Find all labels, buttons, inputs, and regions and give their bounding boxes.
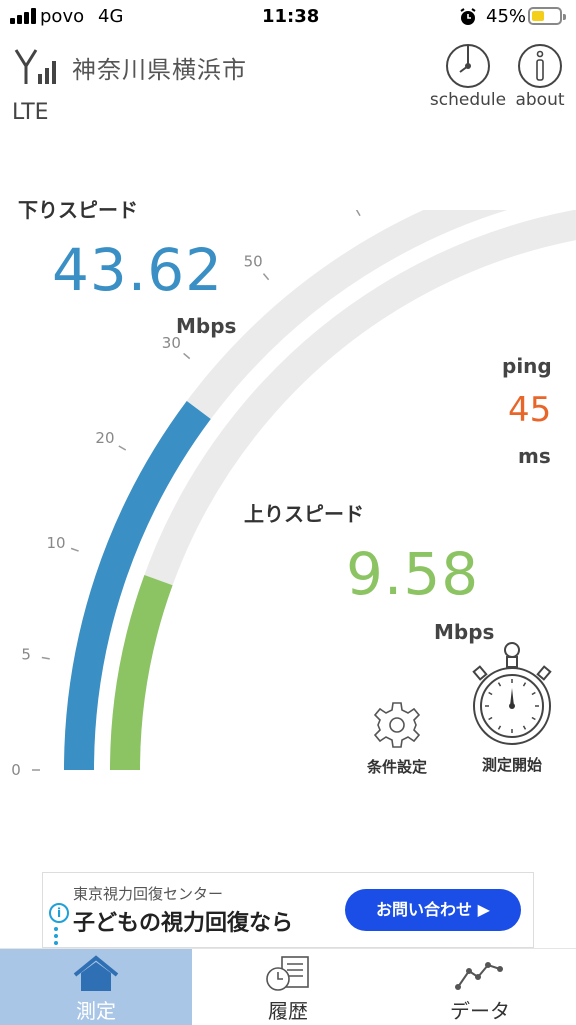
gauge-tick-label: 20 [95, 429, 114, 447]
about-button[interactable]: about [512, 42, 568, 110]
gauge-tick-label: 10 [46, 534, 65, 552]
home-icon [73, 955, 119, 991]
status-bar: povo 4G 11:38 45% [0, 0, 576, 34]
battery-icon [528, 7, 566, 25]
upload-speed-arc [110, 575, 173, 771]
gauge-tick [118, 445, 127, 451]
ad-contact-button[interactable]: お問い合わせ ▶ [345, 889, 521, 931]
gauge-tick [262, 273, 270, 281]
signal-bars-icon [10, 8, 38, 24]
ad-menu-icon[interactable] [54, 927, 58, 948]
location-label: 神奈川県横浜市 [72, 56, 247, 84]
tab-bar: 測定 履歴 データ [0, 948, 576, 1025]
info-icon [518, 44, 562, 88]
tab-data-label: データ [450, 999, 510, 1023]
gear-icon [373, 702, 421, 748]
ping-value: 45 [508, 390, 552, 430]
tab-measure[interactable]: 測定 [0, 949, 192, 1025]
carrier-name: povo [40, 6, 85, 27]
download-speed-title: 下りスピード [18, 198, 138, 222]
settings-button[interactable]: 条件設定 [358, 698, 436, 777]
about-label: about [515, 90, 565, 110]
history-icon [266, 956, 309, 991]
alarm-icon [460, 8, 476, 25]
ad-banner[interactable]: i 東京視力回復センター 子どもの視力回復なら お問い合わせ ▶ [42, 872, 534, 948]
stopwatch-icon [472, 642, 552, 745]
timer-icon [446, 44, 490, 88]
gauge-tick [41, 656, 50, 660]
tab-history[interactable]: 履歴 [192, 949, 384, 1025]
download-speed-unit: Mbps [176, 314, 237, 338]
gauge-tick [183, 352, 191, 360]
start-test-button[interactable]: 測定開始 [466, 640, 558, 775]
network-type: LTE [12, 100, 49, 125]
chart-icon [455, 962, 503, 990]
antenna-signal-icon [14, 49, 56, 84]
gauge-tick-label: 5 [21, 646, 31, 664]
settings-label: 条件設定 [366, 758, 427, 776]
tab-data[interactable]: データ [384, 949, 576, 1025]
ad-info-icon[interactable]: i [49, 903, 69, 923]
schedule-label: schedule [429, 90, 507, 110]
battery-percent: 45% [486, 6, 527, 27]
status-time: 11:38 [262, 6, 320, 27]
ad-sponsor: 東京視力回復センター [73, 885, 224, 903]
ad-headline: 子どもの視力回復なら [73, 911, 294, 936]
gauge-tick-label: 50 [244, 252, 263, 270]
download-speed-value: 43.62 [52, 236, 224, 304]
schedule-button[interactable]: schedule [426, 42, 510, 110]
tab-measure-label: 測定 [76, 999, 116, 1023]
network-indicator: 4G [98, 6, 124, 27]
start-test-label: 測定開始 [481, 756, 542, 774]
ping-unit: ms [518, 444, 551, 468]
gauge-tick [70, 547, 79, 552]
gauge-tick-label: 0 [11, 761, 21, 779]
gauge-tick [355, 210, 361, 217]
tab-history-label: 履歴 [268, 999, 308, 1023]
upload-speed-title: 上りスピード [244, 502, 364, 526]
upload-speed-value: 9.58 [346, 540, 480, 608]
ping-label: ping [502, 354, 552, 378]
